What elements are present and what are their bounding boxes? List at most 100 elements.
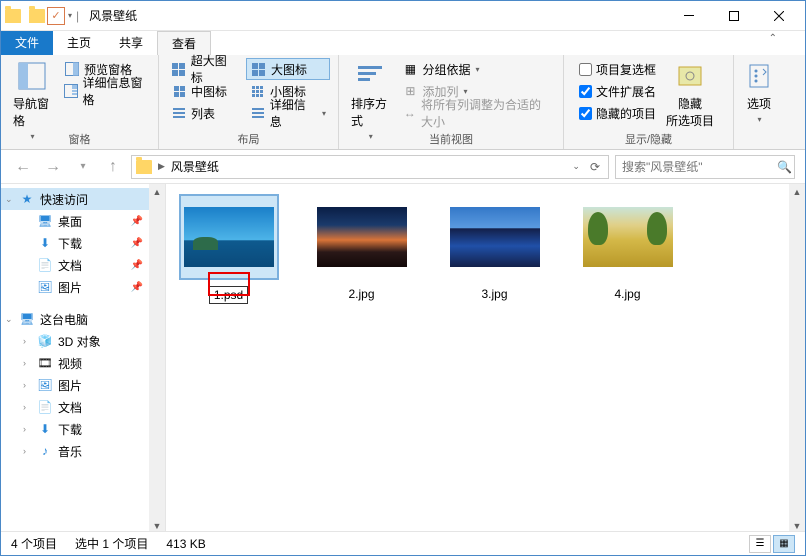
hide-selected-label: 隐藏 所选项目 (666, 95, 714, 129)
large-icon (251, 61, 267, 77)
sidebar-scrollbar[interactable]: ▲ ▼ (149, 184, 165, 534)
sidebar-pictures[interactable]: 🖼图片📌 (1, 276, 165, 298)
expand-icon[interactable]: ⌄ (5, 314, 13, 325)
address-bar: ← → ▾ ↑ ▶ 风景壁纸 ⌄ ⟳ 🔍 (1, 150, 805, 184)
expand-icon[interactable]: › (23, 336, 26, 346)
file-name: 4.jpg (610, 286, 644, 302)
video-icon: 🎞 (37, 355, 53, 371)
thumbnail-view-button[interactable]: ▦ (773, 535, 795, 553)
file-name: 3.jpg (477, 286, 511, 302)
item-checkboxes-toggle[interactable]: 项目复选框 (579, 58, 656, 80)
file-item[interactable]: 2.jpg (309, 194, 414, 302)
expand-icon[interactable]: › (23, 402, 26, 412)
chevron-down-icon: ▾ (463, 87, 467, 96)
ribbon: 导航窗格 ▾ 预览窗格 详细信息窗格 窗格 超大图标 大图标 中图标 (1, 55, 805, 150)
sidebar-music[interactable]: ›♪音乐 (1, 440, 165, 462)
download-icon: ⬇ (37, 235, 53, 251)
options-button[interactable]: 选项 ▾ (734, 58, 784, 126)
folder-icon (5, 9, 21, 23)
expand-icon[interactable]: › (23, 424, 26, 434)
minimize-button[interactable] (666, 1, 711, 30)
forward-button[interactable]: → (41, 155, 65, 179)
back-button[interactable]: ← (11, 155, 35, 179)
music-icon: ♪ (37, 443, 53, 459)
qat-dropdown-icon[interactable]: ▾ (68, 11, 72, 20)
sidebar-quick-access[interactable]: ⌄★快速访问 (1, 188, 165, 210)
group-icon: ▦ (402, 61, 418, 77)
sidebar-desktop[interactable]: 🖥桌面📌 (1, 210, 165, 232)
options-label: 选项 (747, 95, 771, 112)
pc-icon: 🖥 (19, 311, 35, 327)
chevron-right-icon[interactable]: ▶ (158, 161, 165, 172)
scroll-up-icon[interactable]: ▲ (789, 184, 805, 200)
file-ext-checkbox[interactable] (579, 85, 592, 98)
close-button[interactable] (756, 1, 801, 30)
sidebar-pictures-pc[interactable]: ›🖼图片 (1, 374, 165, 396)
sidebar-videos[interactable]: ›🎞视频 (1, 352, 165, 374)
up-button[interactable]: ↑ (101, 155, 125, 179)
nav-pane-icon (16, 60, 48, 92)
extra-large-icon (171, 61, 187, 77)
details-pane-button[interactable]: 详细信息窗格 (61, 80, 150, 102)
search-box[interactable]: 🔍 (615, 155, 795, 179)
layout-list[interactable]: 列表 (167, 102, 242, 124)
sort-icon (354, 60, 386, 92)
search-input[interactable] (622, 160, 777, 174)
file-ext-toggle[interactable]: 文件扩展名 (579, 80, 656, 102)
layout-large[interactable]: 大图标 (246, 58, 330, 80)
content-scrollbar[interactable]: ▲ ▼ (789, 184, 805, 534)
item-checkboxes-checkbox[interactable] (579, 63, 592, 76)
sidebar-3d-objects[interactable]: ›🧊3D 对象 (1, 330, 165, 352)
chevron-down-icon: ▾ (475, 65, 479, 74)
refresh-button[interactable]: ⟳ (586, 160, 604, 174)
file-item[interactable]: 3.jpg (442, 194, 547, 302)
sidebar-downloads-pc[interactable]: ›⬇下载 (1, 418, 165, 440)
file-name-editing[interactable]: 1.psd (209, 286, 248, 304)
hide-icon (674, 60, 706, 92)
size-columns-button[interactable]: ↔将所有列调整为合适的大小 (399, 102, 555, 124)
sidebar-downloads[interactable]: ⬇下载📌 (1, 232, 165, 254)
hidden-items-checkbox[interactable] (579, 107, 592, 120)
tab-file[interactable]: 文件 (1, 31, 53, 55)
expand-icon[interactable]: ⌄ (5, 194, 13, 205)
expand-icon[interactable]: › (23, 358, 26, 368)
hidden-items-toggle[interactable]: 隐藏的项目 (579, 102, 656, 124)
folder-icon (136, 160, 152, 174)
layout-details[interactable]: 详细信息 ▾ (246, 102, 330, 124)
file-item[interactable]: 4.jpg (575, 194, 680, 302)
ribbon-tabs: 文件 主页 共享 查看 ⓘ ⌃ (1, 31, 805, 55)
ribbon-collapse-icon[interactable]: ⌃ (769, 33, 777, 44)
group-label: 当前视图 (339, 131, 563, 147)
thumbnail-image (317, 207, 407, 267)
expand-icon[interactable]: › (23, 446, 26, 456)
recent-button[interactable]: ▾ (71, 155, 95, 179)
address-box[interactable]: ▶ 风景壁纸 ⌄ ⟳ (131, 155, 609, 179)
layout-medium[interactable]: 中图标 (167, 80, 242, 102)
expand-icon[interactable]: › (23, 380, 26, 390)
ribbon-group-current-view: 排序方式 ▾ ▦分组依据 ▾ ⊞添加列 ▾ ↔将所有列调整为合适的大小 当前视图 (339, 55, 564, 149)
file-content-area[interactable]: 1.psd 2.jpg 3.jpg 4.jpg ▲ ▼ (166, 184, 805, 534)
file-item[interactable]: 1.psd (176, 194, 281, 304)
sidebar-documents-pc[interactable]: ›📄文档 (1, 396, 165, 418)
sidebar-documents[interactable]: 📄文档📌 (1, 254, 165, 276)
tab-home[interactable]: 主页 (53, 31, 105, 55)
details-view-button[interactable]: ☰ (749, 535, 771, 553)
search-icon[interactable]: 🔍 (777, 160, 792, 174)
tab-share[interactable]: 共享 (105, 31, 157, 55)
ribbon-group-panes: 导航窗格 ▾ 预览窗格 详细信息窗格 窗格 (1, 55, 159, 149)
details-pane-label: 详细信息窗格 (82, 74, 147, 108)
hide-selected-button[interactable]: 隐藏 所选项目 (662, 58, 718, 131)
status-selected: 选中 1 个项目 (75, 535, 148, 552)
qat-properties-icon[interactable]: ✓ (47, 7, 65, 25)
address-dropdown-icon[interactable]: ⌄ (572, 161, 580, 172)
cube-icon: 🧊 (37, 333, 53, 349)
address-path[interactable]: 风景壁纸 (171, 158, 219, 175)
window-title: 风景壁纸 (89, 7, 137, 24)
group-by-button[interactable]: ▦分组依据 ▾ (399, 58, 555, 80)
ribbon-help-icon[interactable]: ⓘ (783, 0, 797, 1)
layout-extra-large[interactable]: 超大图标 (167, 58, 242, 80)
maximize-button[interactable] (711, 1, 756, 30)
scroll-up-icon[interactable]: ▲ (149, 184, 165, 200)
sidebar-this-pc[interactable]: ⌄🖥这台电脑 (1, 308, 165, 330)
details-pane-icon (64, 83, 78, 99)
